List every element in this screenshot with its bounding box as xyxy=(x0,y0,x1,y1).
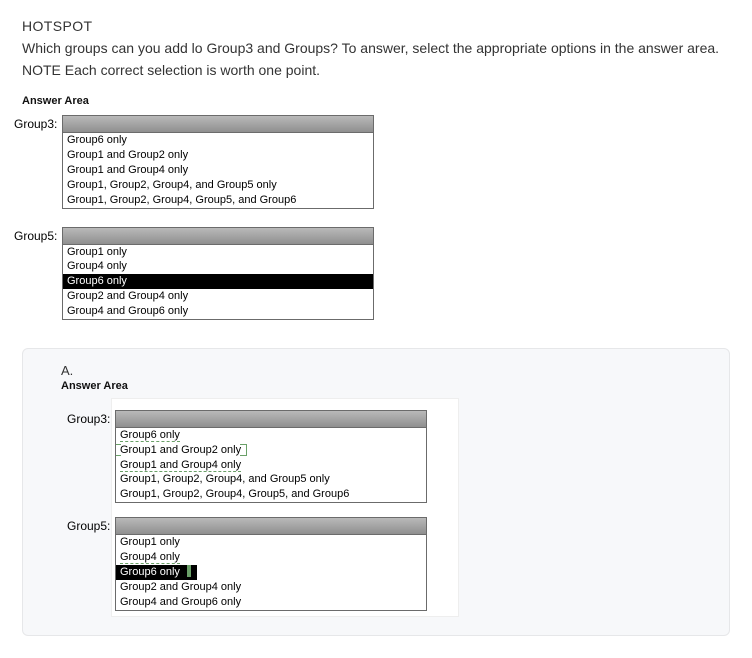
group5-dropdown[interactable]: Group1 only Group4 only Group6 only Grou… xyxy=(62,227,374,320)
group3-field: Group3: Group6 only Group1 and Group2 on… xyxy=(62,115,730,208)
dropdown-header-bar xyxy=(116,518,426,535)
dropdown-option[interactable]: Group4 only xyxy=(63,259,373,274)
answer-group5-field: Group5: Group1 only Group4 only Group6 o… xyxy=(115,517,455,611)
answer-option: Group4 only xyxy=(116,550,426,565)
group5-field: Group5: Group1 only Group4 only Group6 o… xyxy=(62,227,730,320)
dropdown-option[interactable]: Group1 only xyxy=(63,245,373,260)
question-fields: Group3: Group6 only Group1 and Group2 on… xyxy=(62,115,730,319)
answer-fields: Group3: Group6 only Group1 and Group2 on… xyxy=(111,398,459,617)
dropdown-option[interactable]: Group1, Group2, Group4, Group5, and Grou… xyxy=(63,193,373,208)
option-text: Group6 only xyxy=(120,566,180,578)
option-text: Group1 and Group2 only xyxy=(120,444,241,456)
answer-letter: A. xyxy=(61,363,711,378)
group3-label: Group3: xyxy=(67,412,110,426)
correct-bracket-right-icon xyxy=(240,444,247,456)
group5-label: Group5: xyxy=(14,229,57,243)
answer-option: Group1 only xyxy=(116,535,426,550)
dropdown-option[interactable]: Group4 and Group6 only xyxy=(63,304,373,319)
hotspot-label: HOTSPOT xyxy=(22,18,730,34)
dropdown-header-bar xyxy=(63,228,373,245)
answer-option: Group2 and Group4 only xyxy=(116,580,426,595)
dropdown-header-bar xyxy=(63,116,373,133)
option-text: Group4 only xyxy=(120,551,180,564)
correct-bracket-left-icon xyxy=(116,444,121,456)
answer-option: Group4 and Group6 only xyxy=(116,595,426,610)
dropdown-option[interactable]: Group1, Group2, Group4, and Group5 only xyxy=(63,178,373,193)
group5-label: Group5: xyxy=(67,519,110,533)
exam-question-page: HOTSPOT Which groups can you add lo Grou… xyxy=(0,0,752,658)
question-text: Which groups can you add lo Group3 and G… xyxy=(22,38,730,81)
answer-area-label: Answer Area xyxy=(22,95,730,107)
group3-label: Group3: xyxy=(14,117,57,131)
dropdown-option[interactable]: Group6 only xyxy=(63,133,373,148)
option-text: Group1 and Group4 only xyxy=(120,459,241,472)
dropdown-option[interactable]: Group2 and Group4 only xyxy=(63,289,373,304)
dropdown-option-selected[interactable]: Group6 only xyxy=(63,274,373,289)
dropdown-option[interactable]: Group1 and Group2 only xyxy=(63,148,373,163)
answer-group3-field: Group3: Group6 only Group1 and Group2 on… xyxy=(115,410,455,503)
answer-option: Group1, Group2, Group4, Group5, and Grou… xyxy=(116,487,426,502)
option-text: Group6 only xyxy=(120,429,180,442)
group3-dropdown[interactable]: Group6 only Group1 and Group2 only Group… xyxy=(62,115,374,208)
answer-option-correct: Group6 only xyxy=(116,565,426,580)
answer-option: Group1, Group2, Group4, and Group5 only xyxy=(116,472,426,487)
answer-option: Group6 only xyxy=(116,428,426,443)
answer-panel: A. Answer Area Group3: Group6 only xyxy=(22,348,730,636)
group3-answer-list: Group6 only Group1 and Group2 only Group… xyxy=(115,410,427,503)
correct-marker-icon xyxy=(187,565,191,577)
answer-option: Group1 and Group4 only xyxy=(116,458,426,473)
answer-area-label: Answer Area xyxy=(61,380,711,392)
group5-answer-list: Group1 only Group4 only Group6 only Grou… xyxy=(115,517,427,611)
dropdown-header-bar xyxy=(116,411,426,428)
dropdown-option[interactable]: Group1 and Group4 only xyxy=(63,163,373,178)
answer-option-correct: Group1 and Group2 only xyxy=(116,443,426,458)
